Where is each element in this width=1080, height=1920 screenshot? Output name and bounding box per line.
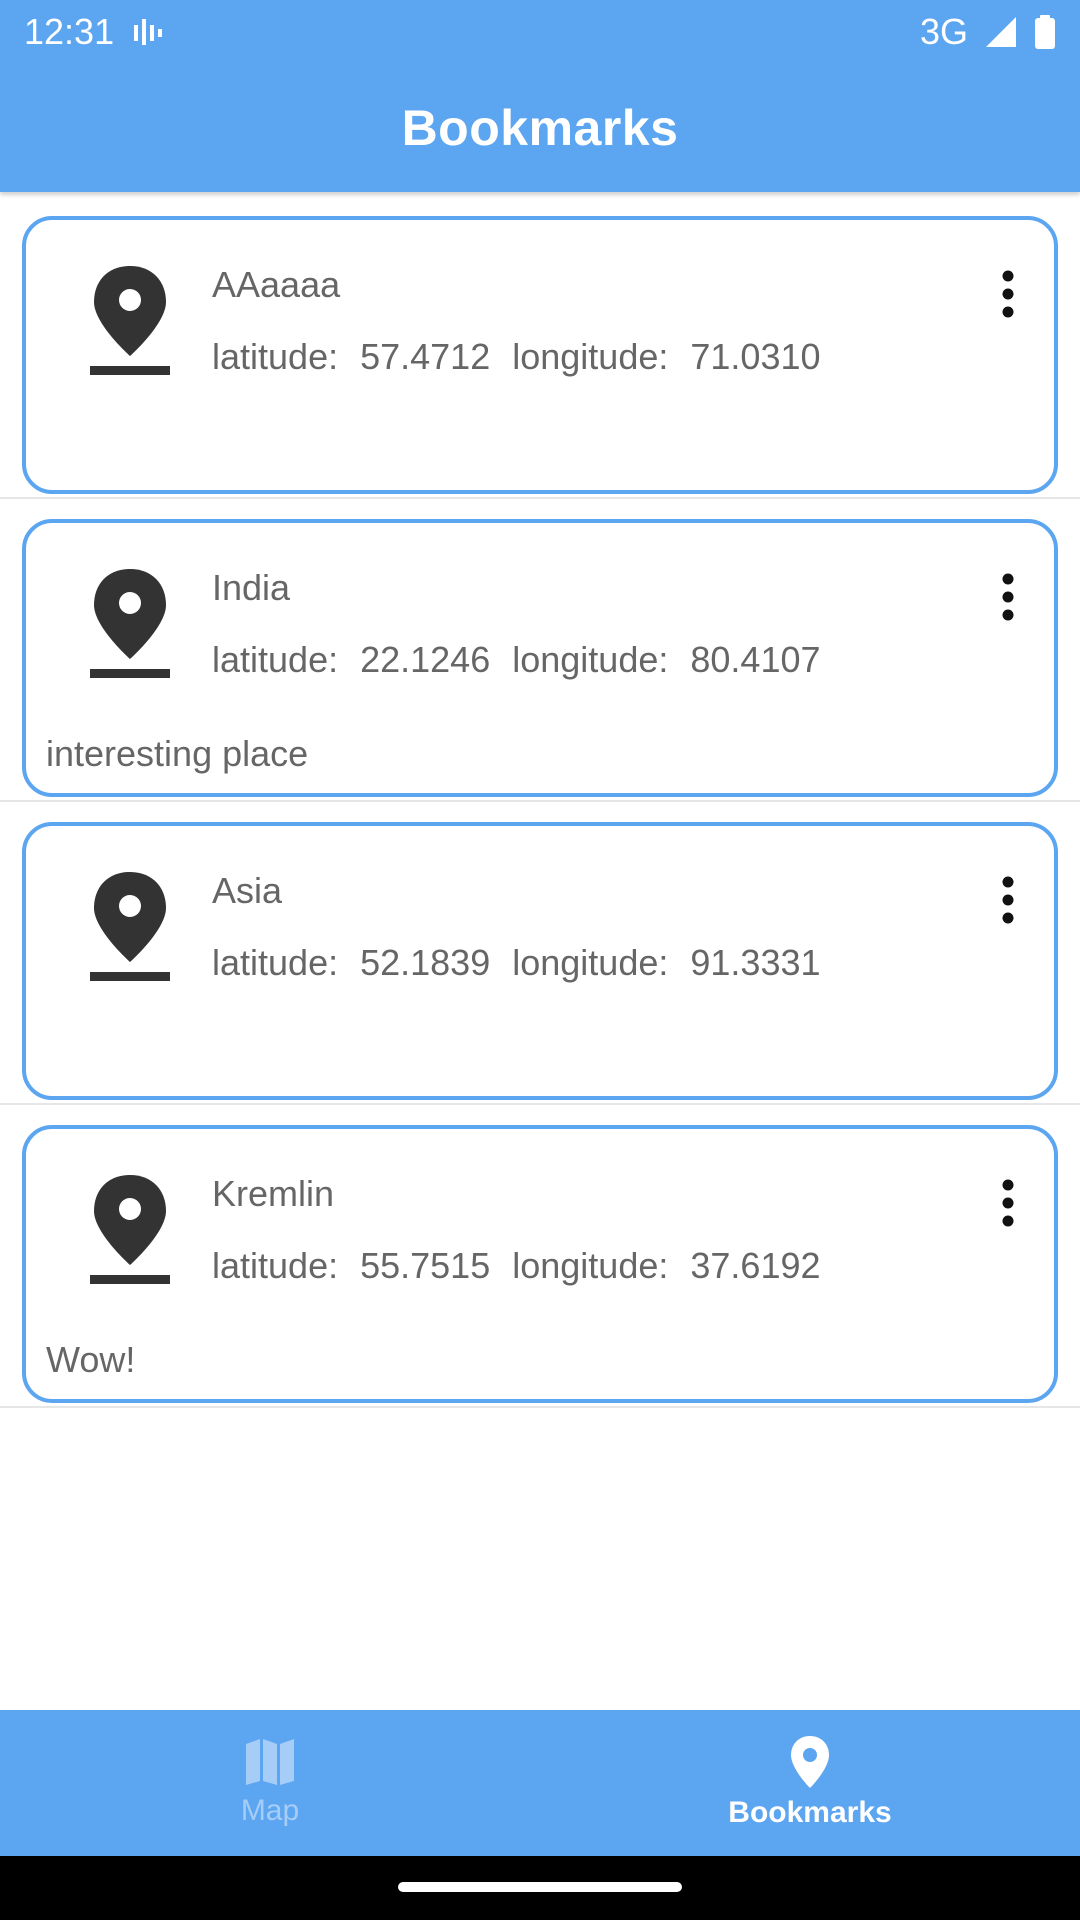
nav-label-bookmarks: Bookmarks [728, 1796, 892, 1829]
bookmark-name: India [212, 567, 291, 608]
status-bar: 12:31 3G [0, 0, 1080, 64]
longitude-label: longitude: [512, 1245, 669, 1286]
nav-item-bookmarks[interactable]: Bookmarks [540, 1710, 1080, 1856]
status-left: 12:31 [24, 11, 163, 53]
bookmark-name: Asia [212, 870, 283, 911]
bookmark-card[interactable]: Kremlin latitude: 55.7515 longitude: 37.619… [22, 1125, 1058, 1403]
network-type: 3G [919, 11, 968, 52]
longitude-label: longitude: [512, 942, 669, 983]
nav-item-map[interactable]: Map [0, 1710, 540, 1856]
bookmark-coordinates: latitude: 22.1246 longitude: 80.4107 [212, 639, 821, 681]
latitude-value: 22.1246 [360, 639, 491, 680]
latitude-label: latitude: [212, 1245, 339, 1286]
location-pin-icon [791, 1736, 829, 1788]
bookmark-card[interactable]: AAaaaa latitude: 57.4712 longitude: 71.0310 [22, 216, 1058, 494]
cell-signal-icon [986, 17, 1016, 47]
more-options-icon[interactable] [998, 1179, 1018, 1227]
latitude-label: latitude: [212, 639, 339, 680]
location-pin-icon [90, 1175, 170, 1284]
longitude-value: 37.6192 [690, 1245, 821, 1286]
bookmark-coordinates: latitude: 55.7515 longitude: 37.6192 [212, 1245, 821, 1287]
more-options-icon[interactable] [998, 573, 1018, 621]
status-right: 3G [920, 11, 1056, 53]
page-title: Bookmarks [401, 100, 679, 156]
home-gesture-handle[interactable] [398, 1882, 682, 1892]
latitude-value: 52.1839 [360, 942, 491, 983]
longitude-value: 71.0310 [690, 336, 821, 377]
longitude-label: longitude: [512, 639, 669, 680]
divider [0, 1103, 1080, 1105]
divider [0, 800, 1080, 802]
bookmark-name: Kremlin [212, 1173, 335, 1214]
bottom-navigation: Map Bookmarks [0, 1710, 1080, 1856]
bookmark-note: Wow! [46, 1339, 136, 1380]
signal-activity-icon [134, 19, 163, 45]
more-options-icon[interactable] [998, 270, 1018, 318]
latitude-label: latitude: [212, 336, 339, 377]
location-pin-icon [90, 872, 170, 981]
bookmark-coordinates: latitude: 52.1839 longitude: 91.3331 [212, 942, 821, 984]
bookmark-coordinates: latitude: 57.4712 longitude: 71.0310 [212, 336, 821, 378]
bookmark-card[interactable]: India latitude: 22.1246 longitude: 80.4107 … [22, 519, 1058, 797]
location-pin-icon [90, 569, 170, 678]
status-time: 12:31 [24, 11, 115, 52]
latitude-label: latitude: [212, 942, 339, 983]
divider [0, 1406, 1080, 1408]
latitude-value: 55.7515 [360, 1245, 491, 1286]
bookmark-name: AAaaaa [212, 264, 341, 305]
longitude-label: longitude: [512, 336, 669, 377]
app-bar: Bookmarks [0, 64, 1080, 192]
nav-label-map: Map [240, 1794, 300, 1827]
longitude-value: 91.3331 [690, 942, 821, 983]
latitude-value: 57.4712 [360, 336, 491, 377]
longitude-value: 80.4107 [690, 639, 821, 680]
bookmark-card[interactable]: Asia latitude: 52.1839 longitude: 91.3331 [22, 822, 1058, 1100]
divider [0, 497, 1080, 499]
bookmark-note: interesting place [46, 733, 309, 774]
location-pin-icon [90, 266, 170, 375]
more-options-icon[interactable] [998, 876, 1018, 924]
system-navigation-bar [0, 1856, 1080, 1920]
map-icon [246, 1739, 294, 1785]
battery-icon [1035, 15, 1055, 49]
